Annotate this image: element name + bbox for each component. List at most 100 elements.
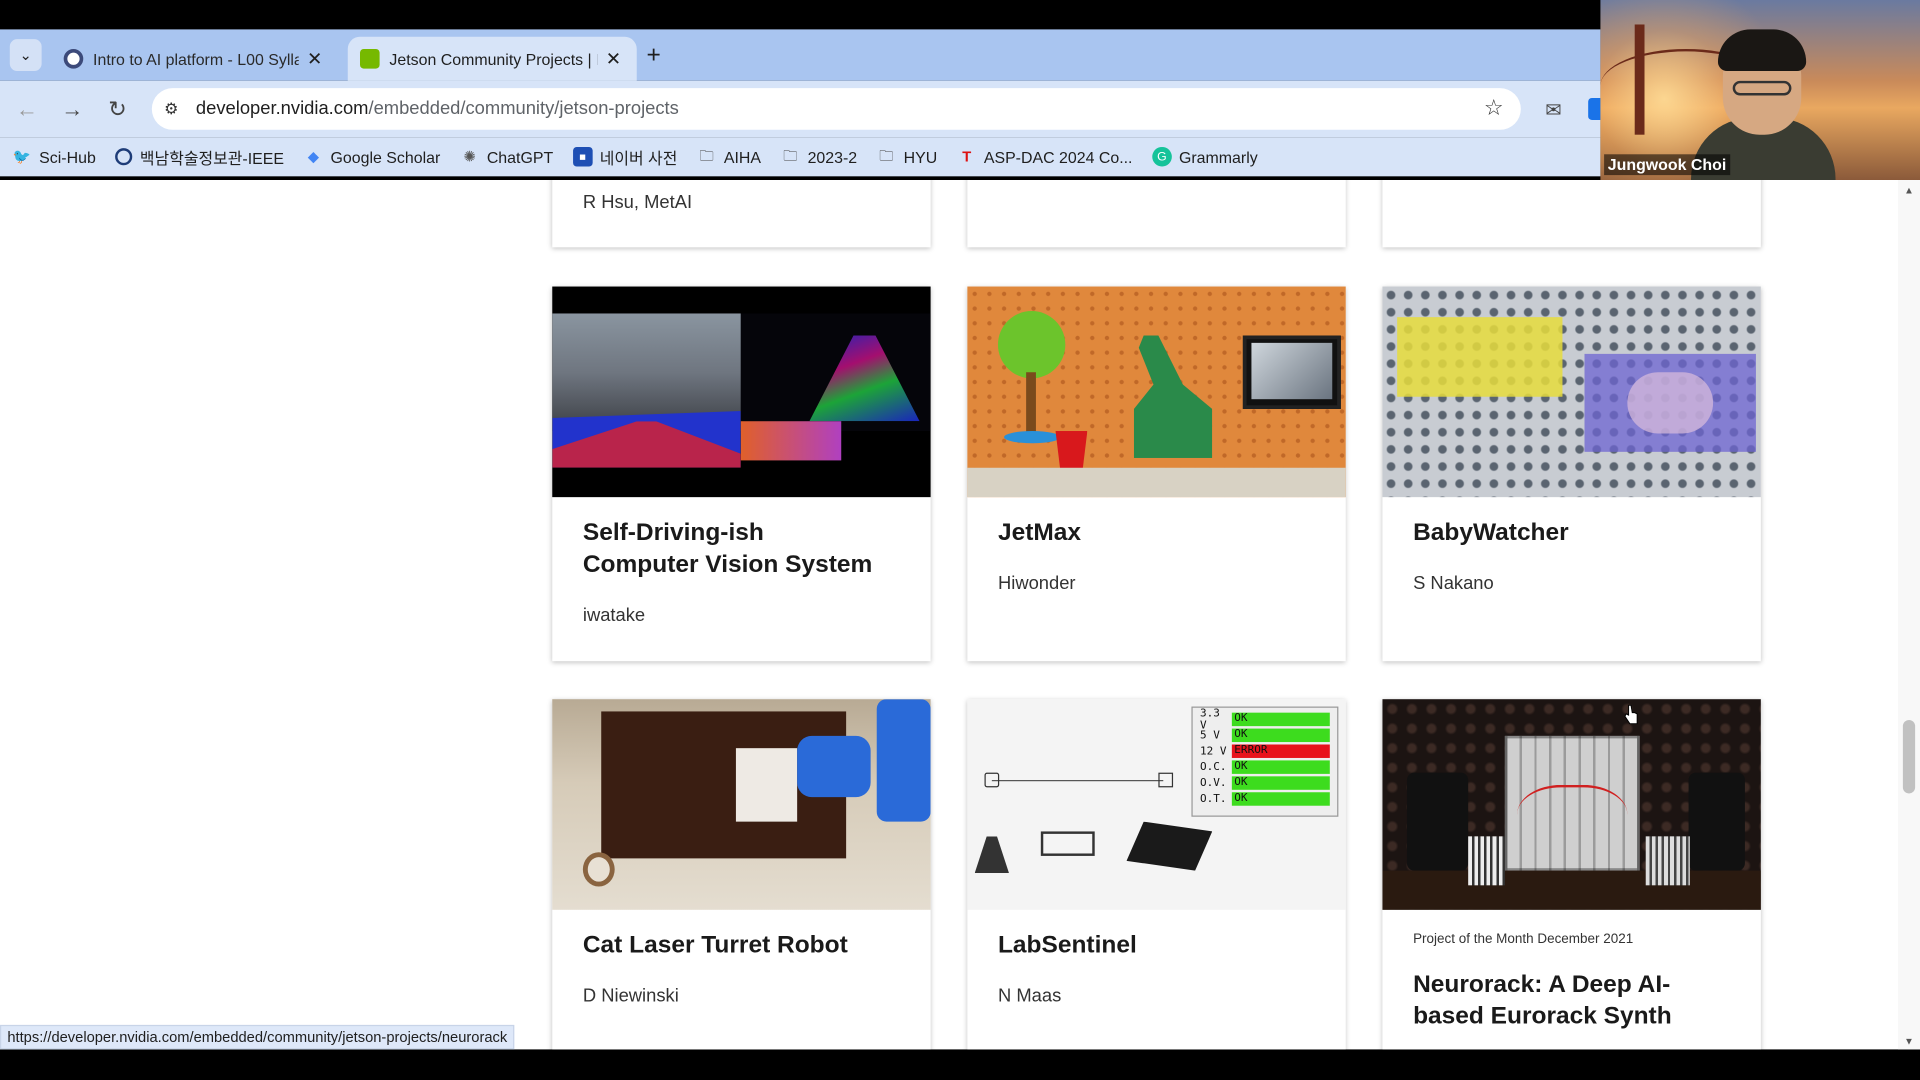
sci-hub-icon: 🐦 [12, 148, 32, 166]
status-value: OK [1231, 792, 1330, 806]
status-value: OK [1231, 760, 1330, 774]
tab-strip: ⌄ Intro to AI platform - L00 Sylla ✕ Jet… [0, 29, 1601, 81]
card-title[interactable]: JetMax [998, 517, 1081, 549]
status-row: O.T. OK [1200, 791, 1330, 807]
back-arrow-icon[interactable]: ← [13, 96, 40, 123]
bookmark-google-scholar[interactable]: ◆ Google Scholar [304, 147, 441, 167]
page-content: R Hsu, MetAI Self-Driving-ish Computer V… [0, 180, 1920, 1050]
status-row: 5 V OK [1200, 727, 1330, 743]
project-of-month-tag: Project of the Month December 2021 [1413, 931, 1634, 947]
address-bar[interactable]: ⚙ developer.nvidia.com/embedded/communit… [151, 88, 1521, 130]
folder-icon: 🗀 [879, 146, 894, 164]
browser-toolbar: ← → ↻ ⚙ developer.nvidia.com/embedded/co… [0, 80, 1603, 138]
close-icon[interactable]: ✕ [304, 48, 326, 70]
project-card[interactable] [1382, 180, 1761, 248]
card-author: N Maas [997, 985, 1062, 1007]
scroll-up-icon[interactable]: ▲ [1904, 185, 1914, 196]
status-label: O.T. [1200, 792, 1227, 806]
card-author: R Hsu, MetAI [582, 192, 693, 214]
card-title[interactable]: Cat Laser Turret Robot [583, 929, 848, 961]
bookmark-grammarly[interactable]: G Grammarly [1152, 146, 1258, 167]
status-row: 12 V ERROR [1200, 743, 1330, 759]
naver-dict-icon: ■ [572, 146, 593, 167]
grammarly-icon: G [1152, 146, 1172, 167]
site-settings-icon[interactable]: ⚙ [164, 99, 184, 119]
bookmark-ieee[interactable]: 백남학술정보관-IEEE [115, 145, 284, 168]
bookmark-label: 백남학술정보관-IEEE [139, 148, 285, 168]
project-card[interactable] [967, 180, 1346, 248]
forward-arrow-icon[interactable]: → [59, 96, 86, 123]
hand-cursor-icon [1624, 704, 1638, 725]
close-icon[interactable]: ✕ [602, 48, 624, 70]
status-value: OK [1231, 728, 1330, 743]
url-text[interactable]: developer.nvidia.com/embedded/community/… [196, 98, 679, 119]
status-row: O.C. OK [1200, 759, 1330, 775]
status-row: O.V. OK [1200, 775, 1330, 791]
tab-jetson-projects[interactable]: Jetson Community Projects | N ✕ [347, 36, 637, 81]
card-author: D Niewinski [582, 985, 679, 1007]
project-card-jetmax[interactable]: JetMax Hiwonder [967, 286, 1346, 662]
project-card[interactable]: R Hsu, MetAI [552, 180, 931, 248]
scroll-down-icon[interactable]: ▼ [1904, 1036, 1914, 1047]
bookmark-asp-dac[interactable]: T ASP-DAC 2024 Co... [957, 147, 1132, 167]
bookmark-naver-dict[interactable]: ■ 네이버 사전 [572, 145, 677, 168]
bookmark-label: Grammarly [1179, 147, 1258, 166]
bookmark-sci-hub[interactable]: 🐦 Sci-Hub [12, 147, 96, 167]
bookmark-label: Sci-Hub [39, 147, 96, 166]
card-image-neurorack[interactable] [1382, 699, 1761, 910]
folder-icon: 🗀 [699, 146, 715, 164]
chevron-down-icon: ⌄ [19, 46, 32, 64]
bookmark-label: ChatGPT [486, 147, 554, 166]
card-title[interactable]: based Eurorack Synth [1413, 1000, 1672, 1032]
card-image-labsentinel[interactable]: 3.3 V OK 5 V OK 12 V ERROR O.C. OK O.V. OK O.T. OK [967, 699, 1346, 910]
card-title[interactable]: Self-Driving-ish [583, 517, 764, 549]
tab-title: Jetson Community Projects | N [389, 49, 598, 68]
status-value: OK [1231, 712, 1330, 727]
project-card-self-driving[interactable]: Self-Driving-ish Computer Vision System … [552, 286, 931, 662]
status-panel: 3.3 V OK 5 V OK 12 V ERROR O.C. OK O.V. OK O.T. OK [1191, 706, 1339, 817]
tab-search-button[interactable]: ⌄ [9, 39, 42, 72]
bookmark-label: AIHA [723, 147, 762, 166]
tab-title: Intro to AI platform - L00 Sylla [93, 49, 299, 68]
project-card-labsentinel[interactable]: 3.3 V OK 5 V OK 12 V ERROR O.C. OK O.V. OK O.T. OK … [967, 699, 1346, 1050]
tab-favicon-icon [63, 48, 84, 69]
bookmark-folder-hyu[interactable]: 🗀 HYU [877, 146, 937, 167]
card-title[interactable]: BabyWatcher [1413, 517, 1569, 549]
card-title[interactable]: LabSentinel [998, 929, 1137, 961]
video-call-overlay[interactable]: Jungwook Choi [1600, 0, 1920, 181]
card-image-babywatcher[interactable] [1382, 286, 1761, 498]
status-value: ERROR [1231, 744, 1330, 758]
bookmark-folder-2023-2[interactable]: 🗀 2023-2 [781, 146, 858, 167]
folder-icon: 🗀 [783, 146, 798, 164]
card-image-self-driving[interactable] [552, 286, 931, 498]
bookmark-folder-aiha[interactable]: 🗀 AIHA [697, 146, 762, 167]
reload-icon[interactable]: ↻ [104, 96, 131, 123]
bookmark-label: 2023-2 [807, 147, 858, 166]
card-image-jetmax[interactable] [967, 286, 1346, 498]
card-image-cat-laser[interactable] [552, 699, 931, 910]
bookmark-label: Google Scholar [330, 147, 441, 166]
scrollbar-thumb[interactable] [1902, 720, 1916, 794]
page-scrollbar[interactable]: ▲ ▼ [1897, 180, 1920, 1050]
mail-icon[interactable]: ✉ [1545, 98, 1561, 122]
url-domain: developer.nvidia.com [195, 97, 369, 119]
card-title[interactable]: Neurorack: A Deep AI- [1413, 969, 1670, 1001]
participant-glasses [1732, 80, 1792, 96]
project-card-neurorack[interactable]: Project of the Month December 2021 Neuro… [1382, 699, 1761, 1050]
tab-intro-ai-platform[interactable]: Intro to AI platform - L00 Sylla ✕ [51, 37, 338, 81]
bookmark-star-icon[interactable]: ☆ [1484, 96, 1504, 122]
library-icon [115, 148, 133, 166]
link-status-bar: https://developer.nvidia.com/embedded/co… [0, 1024, 515, 1050]
nvidia-logo-icon [360, 48, 380, 69]
participant-hair [1717, 29, 1807, 72]
project-card-babywatcher[interactable]: BabyWatcher S Nakano [1382, 286, 1761, 662]
url-path: /embedded/community/jetson-projects [368, 97, 679, 119]
project-card-cat-laser[interactable]: Cat Laser Turret Robot D Niewinski [552, 699, 931, 1050]
bookmark-chatgpt[interactable]: ✺ ChatGPT [460, 147, 554, 167]
card-title[interactable]: Computer Vision System [583, 549, 872, 581]
status-label: 3.3 V [1200, 707, 1220, 732]
card-author: S Nakano [1413, 573, 1494, 594]
new-tab-button[interactable]: + [647, 42, 661, 70]
status-label: O.C. [1200, 761, 1227, 774]
scholar-icon: ◆ [307, 148, 320, 166]
